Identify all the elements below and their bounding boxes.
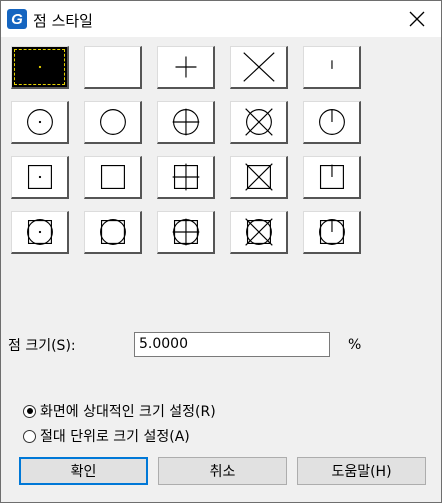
point-style-sqcircle-dot[interactable] <box>11 211 69 254</box>
point-style-dot-selected[interactable] <box>11 46 69 89</box>
point-style-x-icon <box>243 52 275 82</box>
svg-text:G: G <box>11 11 23 28</box>
point-style-sqcircle-icon <box>100 219 126 245</box>
radio-checked-icon <box>23 404 36 418</box>
radio-unchecked-icon <box>23 429 36 443</box>
app-logo-icon: G <box>7 9 27 29</box>
absolute-size-radio[interactable]: 절대 단위로 크기 설정(A) <box>23 426 190 446</box>
point-style-sqcircle-tick[interactable] <box>303 211 361 254</box>
point-style-x[interactable] <box>230 46 288 89</box>
point-style-circle-tick[interactable] <box>303 101 361 144</box>
close-icon <box>409 11 425 27</box>
point-style-square-plus-icon <box>172 163 200 191</box>
point-style-plus[interactable] <box>157 46 215 89</box>
point-style-tick[interactable] <box>303 46 361 89</box>
point-style-sqcircle[interactable] <box>84 211 142 254</box>
absolute-size-label: 절대 단위로 크기 설정(A) <box>40 429 190 445</box>
point-style-plus-icon <box>175 56 197 78</box>
point-style-none[interactable] <box>84 46 142 89</box>
point-style-sqcircle-x-icon <box>245 218 273 246</box>
point-style-none-icon <box>85 47 140 87</box>
point-style-sqcircle-dot-icon <box>27 219 53 245</box>
point-style-dialog: G 점 스타일 점 크기(S): 5.0000 % 화면에 상대적인 크기 설정… <box>0 0 442 503</box>
ok-button[interactable]: 확인 <box>19 457 148 485</box>
point-style-sqcircle-plus-icon <box>172 218 200 246</box>
point-size-label: 점 크기(S): <box>8 338 76 354</box>
point-style-circle-tick-icon <box>319 109 345 135</box>
cancel-button[interactable]: 취소 <box>158 457 287 485</box>
point-style-sqcircle-plus[interactable] <box>157 211 215 254</box>
point-style-circle-plus-icon <box>172 108 200 136</box>
point-style-square-dot-icon <box>27 165 52 189</box>
point-style-circle-dot[interactable] <box>11 101 69 144</box>
point-style-tick-icon <box>331 60 333 69</box>
point-style-circle-x[interactable] <box>230 101 288 144</box>
point-size-input[interactable]: 5.0000 <box>134 332 330 357</box>
point-style-square-x[interactable] <box>230 156 288 199</box>
close-button[interactable] <box>393 1 441 37</box>
point-style-circle-dot-icon <box>27 109 53 135</box>
window-title: 점 스타일 <box>33 12 93 30</box>
title-bar: G 점 스타일 <box>1 1 441 37</box>
point-style-square-icon <box>100 165 125 189</box>
point-style-sqcircle-tick-icon <box>319 219 345 245</box>
size-unit-label: % <box>348 337 362 353</box>
point-style-circle-plus[interactable] <box>157 101 215 144</box>
point-style-circle[interactable] <box>84 101 142 144</box>
point-style-square-tick-icon <box>319 164 344 189</box>
help-button[interactable]: 도움말(H) <box>297 457 426 485</box>
point-style-circle-icon <box>100 109 126 135</box>
point-style-square-dot[interactable] <box>11 156 69 199</box>
point-style-square-x-icon <box>245 163 273 191</box>
point-style-sqcircle-x[interactable] <box>230 211 288 254</box>
point-style-square[interactable] <box>84 156 142 199</box>
relative-size-label: 화면에 상대적인 크기 설정(R) <box>40 404 216 420</box>
point-style-dot-selected-icon <box>38 65 42 69</box>
point-style-square-plus[interactable] <box>157 156 215 199</box>
point-style-circle-x-icon <box>245 108 273 136</box>
relative-size-radio[interactable]: 화면에 상대적인 크기 설정(R) <box>23 401 216 421</box>
point-style-square-tick[interactable] <box>303 156 361 199</box>
